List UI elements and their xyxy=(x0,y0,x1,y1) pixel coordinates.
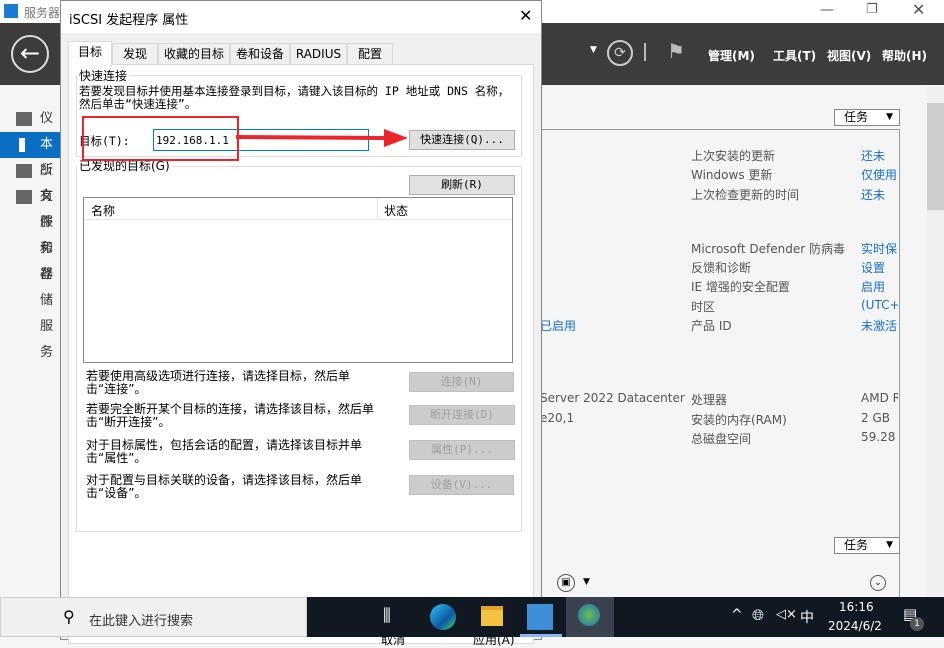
edge-icon[interactable] xyxy=(430,604,456,630)
targets-list[interactable]: 名称 状态 xyxy=(83,197,513,363)
property-value: 2 GB xyxy=(861,411,890,425)
annotation-arrow-icon xyxy=(235,129,408,147)
property-value: AMD R xyxy=(861,391,898,405)
sidebar-item-all-servers[interactable]: 所有服务器 xyxy=(0,158,60,282)
servers-icon xyxy=(16,164,32,178)
sidebar-item-dashboard[interactable]: 仪表板 xyxy=(0,106,60,178)
properties-description: 对于目标属性，包括会话的配置，请选择该目标并单击“属性”。 xyxy=(86,438,363,465)
tab-volumes-devices[interactable]: 卷和设备 xyxy=(230,43,290,65)
devices-button[interactable]: 设备(V)... xyxy=(409,475,514,495)
prop-left-value[interactable]: 已启用 xyxy=(540,317,576,334)
connect-button[interactable]: 连接(N) xyxy=(409,372,514,392)
dashboard-icon xyxy=(16,112,32,126)
dropdown-icon[interactable]: ▼ xyxy=(590,45,597,55)
property-label: 产品 ID xyxy=(691,319,732,333)
menu-manage[interactable]: 管理(M) xyxy=(708,47,755,64)
prop-left-value: Server 2022 Datacenter xyxy=(540,391,685,405)
scrollbar[interactable] xyxy=(927,86,944,597)
property-label: IE 增强的安全配置 xyxy=(691,280,790,294)
property-value[interactable]: 未激活 xyxy=(861,317,898,334)
minimize-button[interactable]: — xyxy=(820,2,834,18)
property-label: 反馈和诊断 xyxy=(691,261,752,275)
show-hidden-icons[interactable]: ^ xyxy=(731,607,743,623)
property-label: Microsoft Defender 防病毒 xyxy=(691,242,846,256)
property-label: 上次安装的更新 xyxy=(691,149,776,163)
menu-help[interactable]: 帮助(H) xyxy=(882,47,927,64)
file-explorer-icon[interactable] xyxy=(481,606,503,626)
property-value[interactable]: 设置 xyxy=(861,259,898,276)
tab-targets[interactable]: 目标 xyxy=(68,41,112,66)
iscsi-globe-icon xyxy=(578,604,600,626)
chevron-down-icon: ▼ xyxy=(886,112,893,122)
property-label: 总磁盘空间 xyxy=(691,432,752,446)
ime-indicator[interactable]: 中 xyxy=(800,607,814,627)
search-icon: ⚲ xyxy=(63,607,75,626)
tab-favorite-targets[interactable]: 收藏的目标 xyxy=(158,43,230,65)
annotation-highlight-box xyxy=(82,116,239,161)
clock-time[interactable]: 16:16 xyxy=(839,600,874,614)
devices-description: 对于配置与目标关联的设备，请选择该目标，然后单击“设备”。 xyxy=(86,473,363,500)
scrollbar-thumb[interactable] xyxy=(927,103,944,210)
disconnect-description: 若要完全断开某个目标的连接，请选择该目标，然后单击“断开连接”。 xyxy=(86,402,375,429)
property-value[interactable]: (UTC+ xyxy=(861,298,898,312)
folder-icon xyxy=(16,190,32,204)
prop-left-value: e20,1 xyxy=(540,411,575,425)
property-label: 安装的内存(RAM) xyxy=(691,413,787,427)
refresh-button[interactable]: 刷新(R) xyxy=(409,175,515,195)
menu-tools[interactable]: 工具(T) xyxy=(773,47,816,64)
sidebar-item-file-storage[interactable]: 文件和存储服务 xyxy=(0,184,60,360)
property-value[interactable]: 启用 xyxy=(861,278,898,295)
property-value[interactable]: 实时保 xyxy=(861,240,898,257)
back-icon[interactable]: ← xyxy=(11,35,49,73)
taskbar-search[interactable]: ⚲ 在此键入进行搜索 xyxy=(0,597,307,637)
property-value: 59.28 G xyxy=(861,430,898,444)
quick-connect-description: 若要发现目标并使用基本连接登录到目标，请键入该目标的 IP 地址或 DNS 名称… xyxy=(79,84,510,111)
column-name[interactable]: 名称 xyxy=(91,202,115,219)
tab-configuration[interactable]: 配置 xyxy=(347,43,393,65)
column-divider[interactable] xyxy=(377,198,378,220)
server-icon xyxy=(19,138,25,152)
chevron-down-icon: ▼ xyxy=(886,540,893,550)
quick-connect-title: 快速连接 xyxy=(77,67,130,84)
restore-button[interactable]: ❐ xyxy=(866,2,878,17)
iscsi-properties-dialog: iSCSI 发起程序 属性 ✕ 目标 发现 收藏的目标 卷和设备 RADIUS … xyxy=(60,0,542,647)
expand-icon[interactable]: ⌄ xyxy=(870,575,886,591)
tab-radius[interactable]: RADIUS xyxy=(290,43,347,65)
properties-button[interactable]: 属性(P)... xyxy=(409,440,515,460)
search-placeholder: 在此键入进行搜索 xyxy=(89,614,194,629)
notification-count: 1 xyxy=(910,617,924,631)
close-button[interactable]: ✕ xyxy=(912,0,925,19)
task-view-icon[interactable]: ⫼ xyxy=(383,606,391,626)
tasks-dropdown-2[interactable]: 任务 ▼ xyxy=(834,537,900,554)
dialog-title: iSCSI 发起程序 属性 xyxy=(69,13,189,28)
disconnect-button[interactable]: 断开连接(D) xyxy=(409,405,515,425)
server-manager-icon xyxy=(4,4,18,18)
refresh-icon[interactable]: ⟳ xyxy=(607,40,633,66)
property-label: 处理器 xyxy=(691,393,728,407)
column-status: 状态 xyxy=(384,204,409,218)
sidebar-item-local-server[interactable]: 本地服务器 xyxy=(0,132,60,256)
divider xyxy=(644,43,646,61)
tab-discovery[interactable]: 发现 xyxy=(112,43,158,65)
property-label: Windows 更新 xyxy=(691,168,773,182)
save-icon[interactable]: ▣ xyxy=(557,574,575,592)
dropdown-icon[interactable]: ▼ xyxy=(583,577,590,587)
property-value[interactable]: 还未 xyxy=(861,186,898,203)
property-label: 时区 xyxy=(691,300,716,314)
clock-date[interactable]: 2024/6/2 xyxy=(828,619,882,633)
property-value[interactable]: 仅使用 xyxy=(861,166,898,183)
list-header: 名称 状态 xyxy=(84,198,512,220)
property-label: 上次检查更新的时间 xyxy=(691,188,800,202)
menu-view[interactable]: 视图(V) xyxy=(827,47,871,64)
connect-description: 若要使用高级选项进行连接，请选择目标，然后单击“连接”。 xyxy=(86,369,351,396)
tasks-dropdown[interactable]: 任务 ▼ xyxy=(834,109,900,126)
property-value[interactable]: 还未 xyxy=(861,147,898,164)
server-manager-taskbar-icon[interactable] xyxy=(527,604,553,630)
dialog-close-button[interactable]: ✕ xyxy=(519,6,532,25)
volume-muted-icon[interactable]: ◁× xyxy=(776,607,797,622)
quick-connect-button[interactable]: 快速连接(Q)... xyxy=(409,130,515,150)
network-icon[interactable]: 🌐︎ xyxy=(752,606,764,624)
flag-icon[interactable]: ⚑ xyxy=(667,39,685,63)
